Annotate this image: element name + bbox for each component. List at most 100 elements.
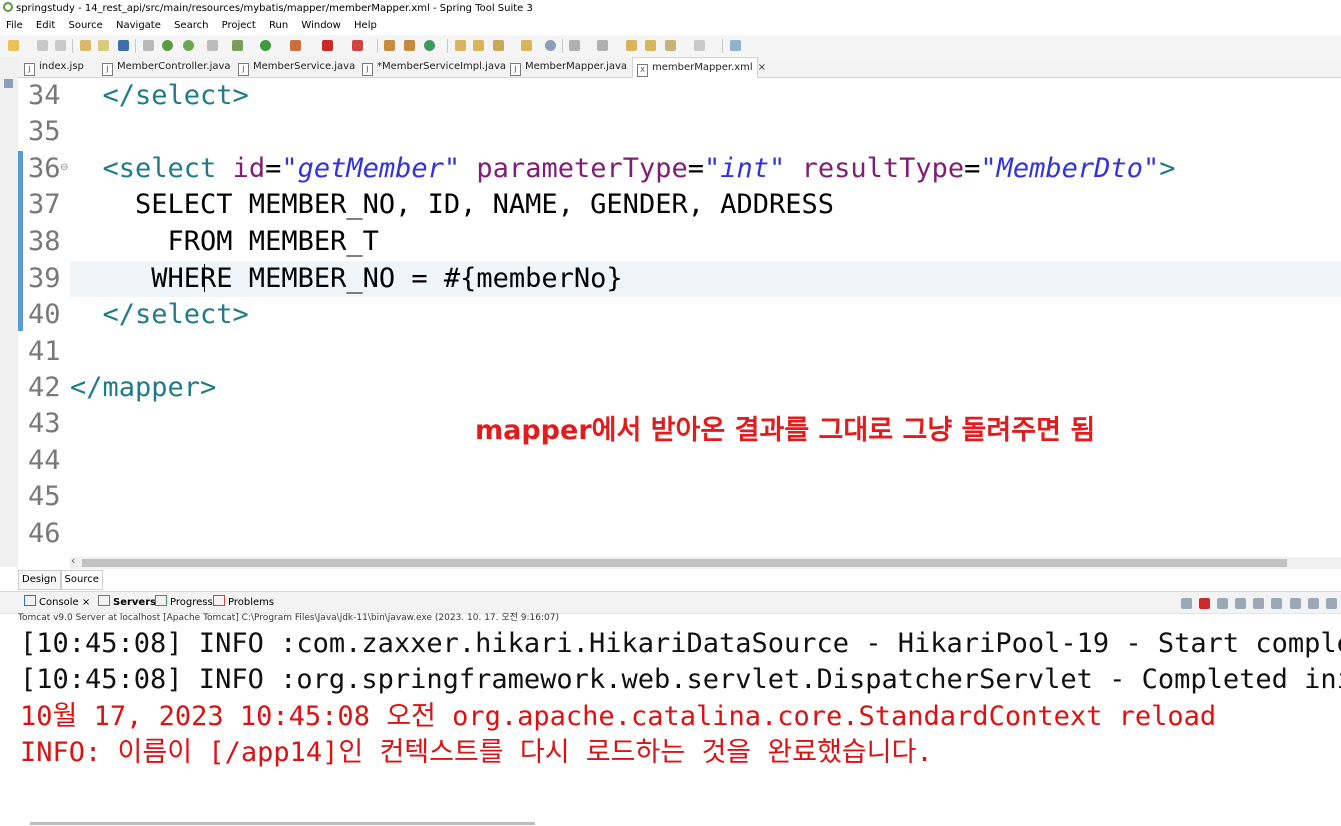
new-java-project-icon[interactable] [384,40,395,51]
menu-source[interactable]: Source [68,20,102,31]
back-arrow-icon[interactable] [665,40,676,51]
toolbar-separator [377,39,378,53]
terminate-icon[interactable] [1198,598,1210,609]
remove-launch-icon[interactable] [1216,598,1228,609]
deploy-icon[interactable] [207,40,218,51]
code-text: </select> [70,297,249,333]
tab-member-mapper-xml[interactable]: XmemberMapper.xml × [632,57,766,78]
code-token: WHERE MEMBER_NO = #{memberNo} [70,263,623,294]
run-icon[interactable] [260,40,271,51]
horizontal-scrollbar[interactable]: ‹ [70,554,1341,569]
run-config-icon[interactable] [290,40,301,51]
tab-index-jsp[interactable]: Jindex.jsp [20,57,84,77]
code-text: WHERE MEMBER_NO = #{memberNo} [70,261,623,297]
package-explorer-icon[interactable] [4,79,13,88]
fold-collapse-icon[interactable]: ⊖ [60,162,68,173]
link-icon[interactable] [1180,598,1192,609]
toolbar-separator [72,39,73,53]
scroll-lock-icon[interactable] [1271,598,1283,609]
word-wrap-icon[interactable] [1289,598,1301,609]
debug-icon[interactable] [232,40,243,51]
menu-help[interactable]: Help [354,20,377,31]
menu-search[interactable]: Search [174,20,208,31]
new-icon[interactable] [8,40,19,51]
remove-all-icon[interactable] [1235,598,1247,609]
stop-icon[interactable] [322,40,333,51]
console-icon[interactable] [118,40,129,51]
menu-run[interactable]: Run [269,20,288,31]
pin-console-icon[interactable] [1307,598,1319,609]
menu-file[interactable]: File [6,20,23,31]
refresh-icon[interactable] [183,40,194,51]
console-horizontal-scrollbar[interactable] [30,822,535,825]
menu-edit[interactable]: Edit [36,20,55,31]
tab-label: MemberMapper.java [525,61,628,72]
back-icon[interactable] [645,40,656,51]
code-token: parameterType [476,153,688,184]
menu-window[interactable]: Window [301,20,340,31]
clear-console-icon[interactable] [1253,598,1265,609]
menu-navigate[interactable]: Navigate [116,20,161,31]
code-token: > [1159,153,1176,184]
tab-progress[interactable]: Progress [155,592,213,613]
previous-annotation-icon[interactable] [597,40,608,51]
tab-source[interactable]: Source [60,570,103,590]
search-icon[interactable] [98,40,109,51]
tab-member-controller-java[interactable]: J MemberController.java [98,57,231,77]
last-edit-icon[interactable] [626,40,637,51]
open-file-icon[interactable] [473,40,484,51]
save-icon[interactable] [37,40,48,51]
line-number: 38 [28,226,61,257]
next-annotation-icon[interactable] [569,40,580,51]
open-perspective-icon[interactable] [730,40,741,51]
servers-icon [98,595,110,606]
tab-console[interactable]: Console × [24,592,90,613]
tab-member-service-java[interactable]: J MemberService.java [234,57,355,77]
edit-icon[interactable] [493,40,504,51]
tab-servers[interactable]: Servers [98,592,156,613]
tab-label: MemberService.java [253,61,356,72]
jsp-file-icon: J [24,63,35,76]
new-package-icon[interactable] [404,40,415,51]
open-type-icon[interactable] [80,40,91,51]
tab-member-service-impl-java[interactable]: J *MemberServiceImpl.java [358,57,506,77]
forward-arrow-icon[interactable] [694,40,705,51]
new-class-icon[interactable] [424,40,435,51]
save-all-icon[interactable] [55,40,66,51]
console-line: INFO: 이름이 [/app14]인 컨텍스트를 다시 로드하는 것을 완료했… [20,737,933,768]
tab-member-mapper-java[interactable]: J MemberMapper.java [506,57,627,77]
console-output[interactable]: [10:45:08] INFO :com.zaxxer.hikari.Hikar… [20,626,1341,826]
open-folder-icon[interactable] [455,40,466,51]
close-icon[interactable]: × [758,62,766,73]
code-line: 37 SELECT MEMBER_NO, ID, NAME, GENDER, A… [18,187,1341,223]
tab-design[interactable]: Design [18,570,61,590]
tab-label: MemberController.java [117,61,231,72]
java-file-icon: J [238,63,249,76]
display-console-icon[interactable] [1326,598,1337,609]
java-file-icon: J [510,63,521,76]
toolbar-separator [722,39,723,53]
tab-problems[interactable]: Problems [213,592,274,613]
console-line: 10월 17, 2023 10:45:08 오전 org.apache.cata… [20,701,1217,732]
code-token: resultType [801,153,965,184]
close-icon[interactable]: × [82,597,90,608]
scroll-left-icon[interactable]: ‹ [71,554,75,567]
code-line: 39 WHERE MEMBER_NO = #{memberNo} [18,261,1341,297]
globe-icon[interactable] [545,40,556,51]
spring-boot-icon[interactable] [162,40,173,51]
code-token: SELECT MEMBER_NO, ID, NAME, GENDER, ADDR… [70,189,835,220]
code-text: </mapper> [70,370,216,406]
scrollbar-thumb[interactable] [82,559,1287,567]
toolbar-separator [447,39,448,53]
skip-breakpoints-icon[interactable] [143,40,154,51]
menu-project[interactable]: Project [222,20,256,31]
task-icon[interactable] [521,40,532,51]
left-trim-bar [0,57,18,567]
xml-source-editor[interactable]: 34 </select> 35 36 <select id="getMember" … [18,78,1341,556]
editor-view-tabs: Design Source [18,570,103,590]
code-token: </select> [102,80,249,111]
external-tools-icon[interactable] [352,40,363,51]
xml-file-icon: X [637,64,648,77]
